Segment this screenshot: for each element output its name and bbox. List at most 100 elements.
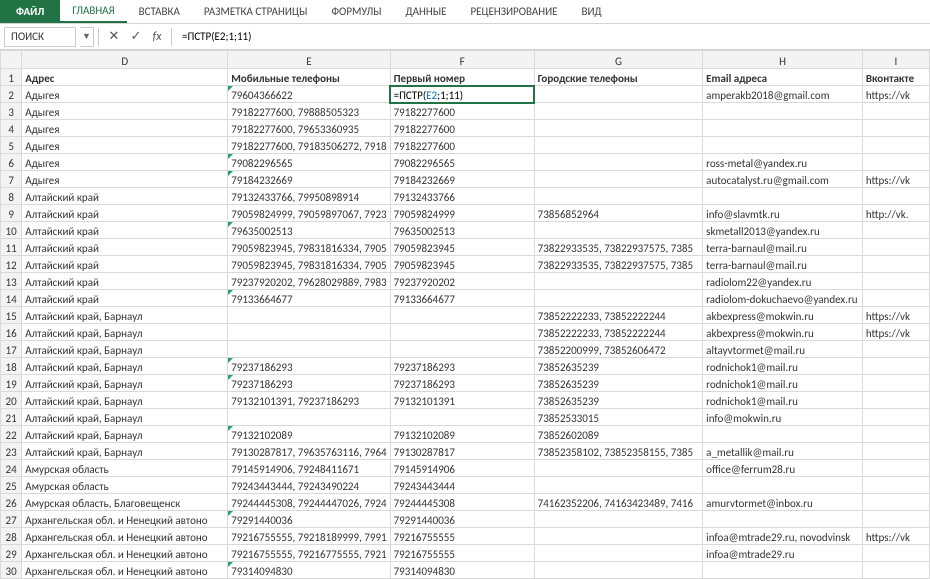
cell[interactable]: 79216755555, 79218189999, 7991 bbox=[228, 528, 390, 545]
cell[interactable] bbox=[703, 562, 863, 579]
cell[interactable]: Амурская область, Благовещенск bbox=[22, 494, 228, 511]
row-header[interactable]: 12 bbox=[1, 256, 22, 273]
cell[interactable]: info@mokwin.ru bbox=[703, 409, 863, 426]
cell[interactable] bbox=[862, 239, 929, 256]
cell[interactable] bbox=[862, 120, 929, 137]
cell[interactable]: 79082296565 bbox=[228, 154, 390, 171]
active-cell[interactable]: =ПСТР(E2;1;11) bbox=[390, 86, 534, 103]
cell[interactable] bbox=[862, 477, 929, 494]
spreadsheet-grid[interactable]: D E F G H I 1АдресМобильные телефоныПерв… bbox=[0, 50, 930, 579]
cell[interactable]: radiolom22@yandex.ru bbox=[703, 273, 863, 290]
cell[interactable]: https://vk bbox=[862, 86, 929, 103]
cell[interactable]: 79291440036 bbox=[390, 511, 534, 528]
tab-data[interactable]: ДАННЫЕ bbox=[394, 0, 459, 23]
cell[interactable]: 79184232669 bbox=[390, 171, 534, 188]
cell[interactable] bbox=[228, 409, 390, 426]
row-header[interactable]: 14 bbox=[1, 290, 22, 307]
cell[interactable]: 79184232669 bbox=[228, 171, 390, 188]
cell[interactable] bbox=[862, 341, 929, 358]
cell[interactable]: 73852635239 bbox=[534, 375, 703, 392]
cell[interactable]: 79059823945 bbox=[390, 239, 534, 256]
cell[interactable] bbox=[862, 154, 929, 171]
tab-formulas[interactable]: ФОРМУЛЫ bbox=[319, 0, 393, 23]
row-header[interactable]: 27 bbox=[1, 511, 22, 528]
cell[interactable]: 79145914906 bbox=[390, 460, 534, 477]
cell[interactable]: 79314094830 bbox=[390, 562, 534, 579]
cell[interactable]: Алтайский край, Барнаул bbox=[22, 443, 228, 460]
cell[interactable]: 79130287817, 79635763116, 7964 bbox=[228, 443, 390, 460]
cell[interactable]: Городские телефоны bbox=[534, 69, 703, 86]
cell[interactable]: 73852635239 bbox=[534, 358, 703, 375]
cell[interactable]: radiolom-dokuchaevo@yandex.ru bbox=[703, 290, 863, 307]
cell[interactable]: 79133664677 bbox=[390, 290, 534, 307]
cell[interactable]: Алтайский край bbox=[22, 222, 228, 239]
cell[interactable]: terra-barnaul@mail.ru bbox=[703, 239, 863, 256]
row-header[interactable]: 28 bbox=[1, 528, 22, 545]
row-header[interactable]: 4 bbox=[1, 120, 22, 137]
row-header[interactable]: 30 bbox=[1, 562, 22, 579]
cell[interactable] bbox=[862, 426, 929, 443]
row-header[interactable]: 22 bbox=[1, 426, 22, 443]
cell[interactable] bbox=[534, 137, 703, 154]
cell[interactable]: 79059823945, 79831816334, 7905 bbox=[228, 256, 390, 273]
cell[interactable]: 79132102089 bbox=[228, 426, 390, 443]
cell[interactable]: 79132433766, 79950898914 bbox=[228, 188, 390, 205]
col-header-E[interactable]: E bbox=[228, 51, 390, 69]
col-header-G[interactable]: G bbox=[534, 51, 703, 69]
cell[interactable]: Архангельская обл. и Ненецкий автоно bbox=[22, 511, 228, 528]
cell[interactable]: 79132101391 bbox=[390, 392, 534, 409]
tab-home[interactable]: ГЛАВНАЯ bbox=[60, 0, 126, 23]
cell[interactable]: Алтайский край, Барнаул bbox=[22, 392, 228, 409]
cell[interactable]: 73852222233, 73852222244 bbox=[534, 324, 703, 341]
cell[interactable]: Алтайский край bbox=[22, 256, 228, 273]
accept-formula-button[interactable]: ✓ bbox=[125, 27, 147, 47]
cell[interactable]: 79243443444, 79243490224 bbox=[228, 477, 390, 494]
cell[interactable]: terra-barnaul@mail.ru bbox=[703, 256, 863, 273]
cell[interactable]: akbexpress@mokwin.ru bbox=[703, 324, 863, 341]
cell[interactable]: 79182277600, 79888505323 bbox=[228, 103, 390, 120]
row-header[interactable]: 2 bbox=[1, 86, 22, 103]
name-box[interactable]: ПОИСК bbox=[4, 27, 76, 47]
cell[interactable]: Алтайский край bbox=[22, 188, 228, 205]
cell[interactable] bbox=[534, 562, 703, 579]
cell[interactable]: Алтайский край, Барнаул bbox=[22, 324, 228, 341]
cell[interactable] bbox=[862, 511, 929, 528]
cell[interactable] bbox=[534, 460, 703, 477]
cell[interactable]: Архангельская обл. и Ненецкий автоно bbox=[22, 545, 228, 562]
cell[interactable]: https://vk bbox=[862, 324, 929, 341]
cell[interactable]: Адыгея bbox=[22, 86, 228, 103]
cell[interactable] bbox=[703, 511, 863, 528]
cell[interactable]: autocatalyst.ru@gmail.com bbox=[703, 171, 863, 188]
cell[interactable]: infoa@mtrade29.ru, novodvinsk bbox=[703, 528, 863, 545]
cell[interactable]: 79216755555, 79216775555, 7921 bbox=[228, 545, 390, 562]
cell[interactable] bbox=[862, 290, 929, 307]
cell[interactable]: 79182277600 bbox=[390, 137, 534, 154]
cell[interactable]: 73822933535, 73822937575, 7385 bbox=[534, 239, 703, 256]
cell[interactable] bbox=[390, 307, 534, 324]
cell[interactable]: 79182277600, 79183506272, 7918 bbox=[228, 137, 390, 154]
cell[interactable]: Амурская область bbox=[22, 477, 228, 494]
cell[interactable] bbox=[862, 222, 929, 239]
cell[interactable]: 79182277600 bbox=[390, 103, 534, 120]
cell[interactable]: 79130287817 bbox=[390, 443, 534, 460]
cell[interactable]: 73856852964 bbox=[534, 205, 703, 222]
cell[interactable] bbox=[862, 562, 929, 579]
cell[interactable]: Адыгея bbox=[22, 171, 228, 188]
cell[interactable] bbox=[534, 477, 703, 494]
cell[interactable]: 73852222233, 73852222244 bbox=[534, 307, 703, 324]
cell[interactable] bbox=[534, 528, 703, 545]
cell[interactable] bbox=[228, 324, 390, 341]
cell[interactable]: 79216755555 bbox=[390, 528, 534, 545]
cell[interactable]: 73852602089 bbox=[534, 426, 703, 443]
row-header[interactable]: 19 bbox=[1, 375, 22, 392]
row-header[interactable]: 25 bbox=[1, 477, 22, 494]
cell[interactable]: Первый номер bbox=[390, 69, 534, 86]
cell[interactable]: 79604366622 bbox=[228, 86, 390, 103]
cell[interactable]: rodnichok1@mail.ru bbox=[703, 358, 863, 375]
cell[interactable]: 79182277600 bbox=[390, 120, 534, 137]
cell[interactable]: 79314094830 bbox=[228, 562, 390, 579]
cell[interactable] bbox=[703, 103, 863, 120]
tab-file[interactable]: ФАЙЛ bbox=[0, 0, 60, 23]
cell[interactable] bbox=[862, 256, 929, 273]
cell[interactable]: 79133664677 bbox=[228, 290, 390, 307]
